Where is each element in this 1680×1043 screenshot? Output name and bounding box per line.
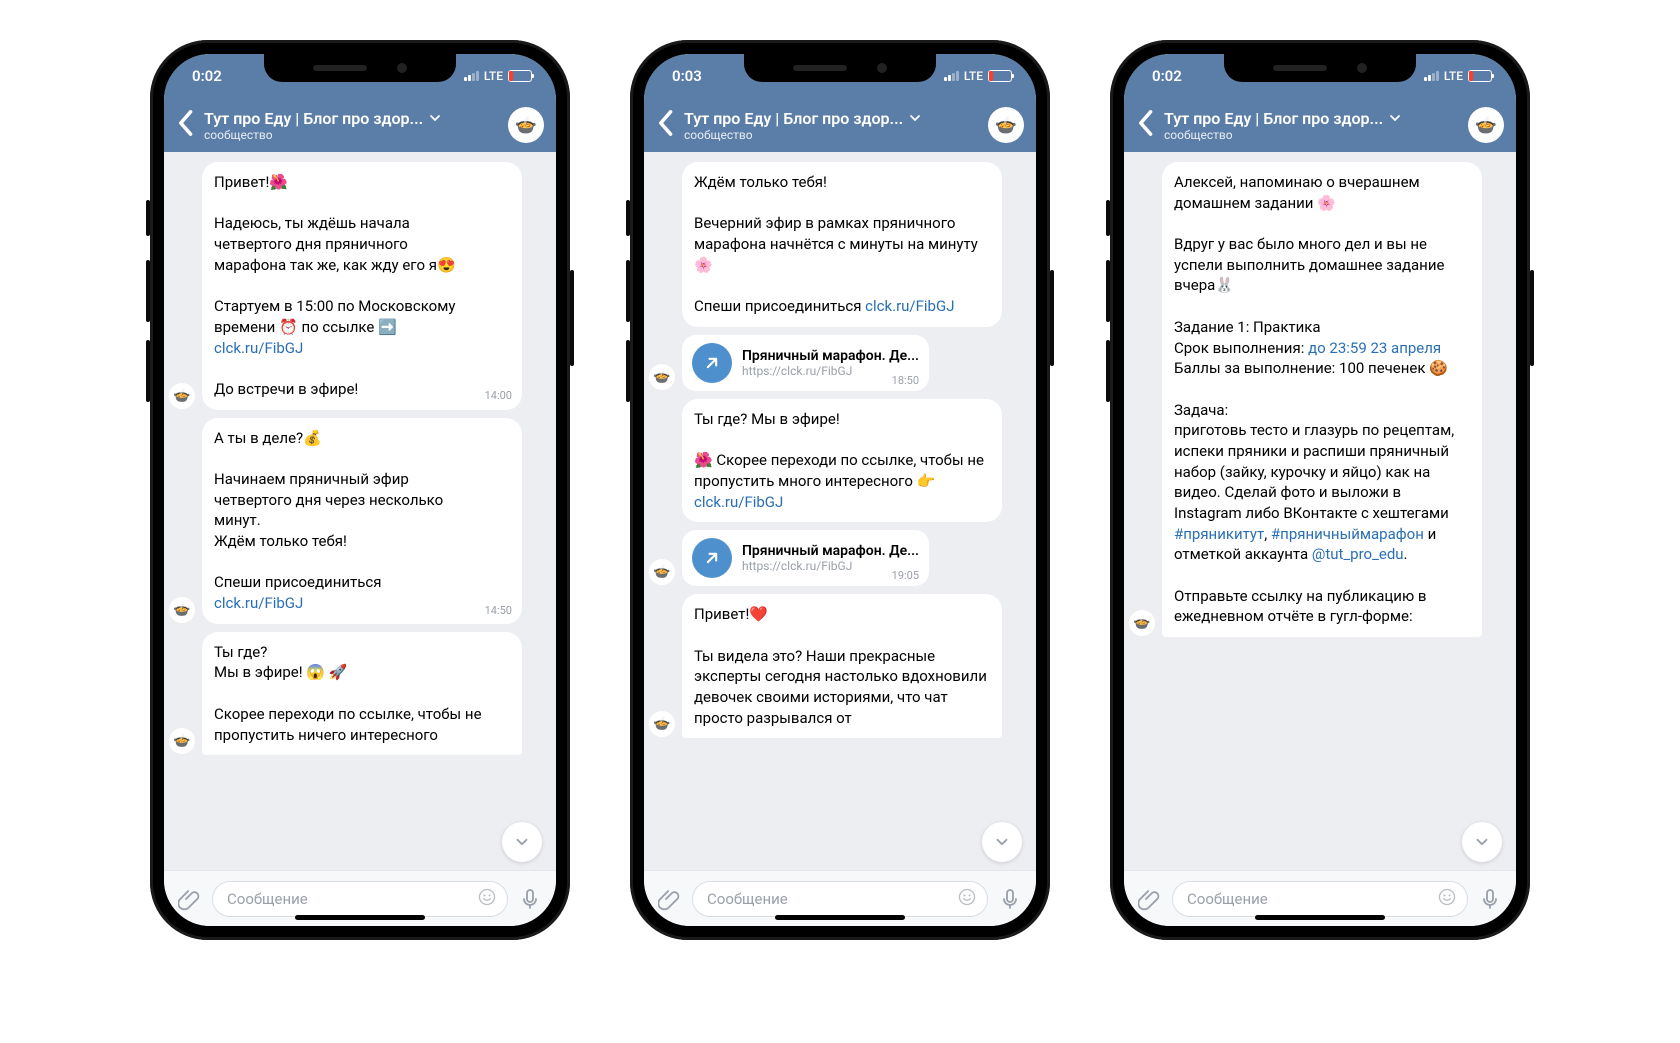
message-text: Привет!❤️Ты видела это? Наши прекрасные … (694, 605, 987, 726)
message-bubble[interactable]: Ждём только тебя!Вечерний эфир в рамках … (682, 162, 1002, 327)
link-card-title: Пряничный марафон. Де... (742, 543, 919, 559)
message-input[interactable]: Сообщение (692, 881, 988, 917)
message-bubble[interactable]: Привет!🌺Надеюсь, ты ждёшь начала четверт… (202, 162, 522, 410)
chat-subtitle: сообщество (1164, 128, 1458, 142)
chat-title: Тут про Еду | Блог про здор... (1164, 109, 1458, 128)
message-timestamp: 14:50 (485, 603, 512, 618)
link-preview-card[interactable]: Пряничный марафон. Де... https://clck.ru… (682, 530, 929, 586)
screen: 0:02 LTE Тут про Еду | Блог про здор... … (164, 54, 556, 926)
messages-list[interactable]: 🍲 Алексей, напоминаю о вчерашнем домашне… (1124, 152, 1516, 870)
link-preview-card[interactable]: Пряничный марафон. Де... https://clck.ru… (682, 335, 929, 391)
attach-icon[interactable] (1138, 887, 1162, 911)
battery-icon (1468, 70, 1492, 82)
link[interactable]: clck.ru/FibGJ (214, 339, 303, 357)
chat-header[interactable]: Тут про Еду | Блог про здор... сообществ… (1124, 98, 1516, 152)
chat-title: Тут про Еду | Блог про здор... (204, 109, 498, 128)
message-text: Ждём только тебя!Вечерний эфир в рамках … (694, 173, 978, 315)
message-input[interactable]: Сообщение (212, 881, 508, 917)
sender-avatar[interactable]: 🍲 (648, 363, 676, 391)
message-text: А ты в деле?💰Начинаем пряничный эфир чет… (214, 429, 443, 613)
mic-icon[interactable] (1478, 887, 1502, 911)
battery-icon (988, 70, 1012, 82)
chat-title: Тут про Еду | Блог про здор... (684, 109, 978, 128)
mic-icon[interactable] (998, 887, 1022, 911)
mic-icon[interactable] (518, 887, 542, 911)
external-link-icon (692, 343, 732, 383)
link[interactable]: clck.ru/FibGJ (214, 594, 303, 612)
home-indicator[interactable] (295, 915, 425, 920)
status-time: 0:03 (672, 67, 702, 85)
message-bubble[interactable]: Ты где?Мы в эфире! 😱 🚀 Скорее переходи п… (202, 632, 522, 755)
home-indicator[interactable] (1255, 915, 1385, 920)
input-placeholder: Сообщение (227, 890, 308, 908)
message-timestamp: 18:50 (892, 374, 919, 387)
chat-avatar[interactable]: 🍲 (988, 107, 1024, 143)
network-label: LTE (964, 69, 983, 83)
chat-header[interactable]: Тут про Еду | Блог про здор... сообществ… (644, 98, 1036, 152)
sender-avatar[interactable]: 🍲 (168, 596, 196, 624)
link[interactable]: clck.ru/FibGJ (865, 297, 954, 315)
status-time: 0:02 (1152, 67, 1182, 85)
message-bubble[interactable]: Алексей, напоминаю о вчерашнем домашнем … (1162, 162, 1482, 637)
message-bubble[interactable]: Ты где? Мы в эфире!🌺 Скорее переходи по … (682, 399, 1002, 522)
chevron-down-icon[interactable] (1389, 109, 1401, 128)
attach-icon[interactable] (658, 887, 682, 911)
link[interactable]: @tut_pro_edu (1312, 545, 1404, 563)
status-time: 0:02 (192, 67, 222, 85)
back-button[interactable] (176, 109, 194, 141)
sender-avatar[interactable]: 🍲 (648, 710, 676, 738)
network-label: LTE (1444, 69, 1463, 83)
screen: 0:02 LTE Тут про Еду | Блог про здор... … (1124, 54, 1516, 926)
scroll-down-button[interactable] (982, 822, 1022, 862)
chat-avatar[interactable]: 🍲 (508, 107, 544, 143)
chat-subtitle: сообщество (684, 128, 978, 142)
hashtag[interactable]: #пряникитут (1174, 525, 1264, 543)
input-placeholder: Сообщение (1187, 890, 1268, 908)
message-text: Ты где? Мы в эфире!🌺 Скорее переходи по … (694, 410, 984, 511)
chat-subtitle: сообщество (204, 128, 498, 142)
signal-icon (1424, 71, 1439, 81)
signal-icon (944, 71, 959, 81)
message-timestamp: 19:05 (892, 569, 919, 582)
messages-list[interactable]: Ждём только тебя!Вечерний эфир в рамках … (644, 152, 1036, 870)
link[interactable]: до 23:59 23 апреля (1308, 339, 1441, 357)
message-text: Алексей, напоминаю о вчерашнем домашнем … (1174, 173, 1454, 625)
chat-avatar[interactable]: 🍲 (1468, 107, 1504, 143)
notch (744, 54, 936, 82)
sender-avatar[interactable]: 🍲 (648, 558, 676, 586)
message-text: Привет!🌺Надеюсь, ты ждёшь начала четверт… (214, 173, 456, 398)
message-timestamp: 14:00 (485, 388, 512, 403)
link[interactable]: clck.ru/FibGJ (694, 493, 783, 511)
sender-avatar[interactable]: 🍲 (1128, 609, 1156, 637)
network-label: LTE (484, 69, 503, 83)
input-placeholder: Сообщение (707, 890, 788, 908)
back-button[interactable] (656, 109, 674, 141)
chevron-down-icon[interactable] (909, 109, 921, 128)
emoji-icon[interactable] (957, 887, 977, 911)
back-button[interactable] (1136, 109, 1154, 141)
external-link-icon (692, 538, 732, 578)
notch (264, 54, 456, 82)
screen: 0:03 LTE Тут про Еду | Блог про здор... … (644, 54, 1036, 926)
scroll-down-button[interactable] (1462, 822, 1502, 862)
emoji-icon[interactable] (1437, 887, 1457, 911)
notch (1224, 54, 1416, 82)
messages-list[interactable]: 🍲 Привет!🌺Надеюсь, ты ждёшь начала четве… (164, 152, 556, 870)
message-bubble[interactable]: Привет!❤️Ты видела это? Наши прекрасные … (682, 594, 1002, 738)
battery-icon (508, 70, 532, 82)
scroll-down-button[interactable] (502, 822, 542, 862)
chevron-down-icon[interactable] (429, 109, 441, 128)
sender-avatar[interactable]: 🍲 (168, 382, 196, 410)
sender-avatar[interactable]: 🍲 (168, 727, 196, 755)
hashtag[interactable]: #пряничныймарафон (1271, 525, 1424, 543)
attach-icon[interactable] (178, 887, 202, 911)
message-text: Ты где?Мы в эфире! 😱 🚀 Скорее переходи п… (214, 643, 482, 744)
chat-header[interactable]: Тут про Еду | Блог про здор... сообществ… (164, 98, 556, 152)
message-bubble[interactable]: А ты в деле?💰Начинаем пряничный эфир чет… (202, 418, 522, 624)
emoji-icon[interactable] (477, 887, 497, 911)
home-indicator[interactable] (775, 915, 905, 920)
link-card-title: Пряничный марафон. Де... (742, 348, 919, 364)
signal-icon (464, 71, 479, 81)
message-input[interactable]: Сообщение (1172, 881, 1468, 917)
